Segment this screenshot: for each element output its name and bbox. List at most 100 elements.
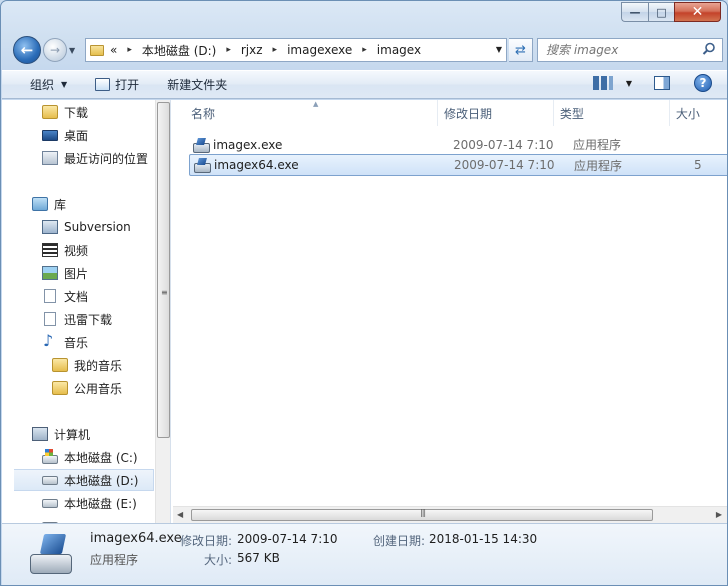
sidebar-item-label: 下载 bbox=[64, 105, 89, 120]
sidebar-item-label: 本地磁盘 (D:) bbox=[64, 473, 139, 488]
recent-places-icon bbox=[42, 151, 58, 165]
file-type: 应用程序 bbox=[573, 138, 622, 152]
breadcrumb-item-rjxz[interactable]: rjxz bbox=[241, 43, 263, 57]
sidebar-item-label: Subversion bbox=[64, 220, 131, 234]
file-date: 2009-07-14 7:10 bbox=[453, 137, 554, 152]
organize-menu[interactable]: 组织 ▼ bbox=[22, 74, 75, 96]
scrollbar-thumb[interactable]: ≡ bbox=[157, 102, 170, 438]
folder-icon bbox=[42, 105, 58, 119]
explorer-window: — □ ✕ ← → ▼ « ▸ 本地磁盘 (D:) ▸ rjxz ▸ image… bbox=[0, 0, 728, 586]
new-folder-button[interactable]: 新建文件夹 bbox=[159, 74, 235, 96]
search-box[interactable] bbox=[537, 38, 723, 62]
music-icon bbox=[42, 331, 58, 350]
maximize-button[interactable]: □ bbox=[648, 2, 674, 22]
column-label: 大小 bbox=[675, 106, 700, 121]
chevron-right-icon[interactable]: ▸ bbox=[127, 45, 132, 55]
library-icon bbox=[32, 197, 48, 211]
back-button[interactable]: ← bbox=[13, 36, 41, 64]
sidebar-item-drive-e[interactable]: 本地磁盘 (E:) bbox=[42, 492, 137, 514]
sidebar-item-xunlei-downloads[interactable]: 迅雷下载 bbox=[42, 308, 112, 330]
details-size-value: 567 KB bbox=[237, 551, 280, 565]
sidebar-item-documents[interactable]: 文档 bbox=[42, 285, 88, 307]
breadcrumb-overflow-chevron[interactable]: « bbox=[110, 43, 117, 57]
column-label: 修改日期 bbox=[443, 106, 492, 121]
sidebar-item-label: 库 bbox=[54, 197, 67, 212]
sidebar-item-pictures[interactable]: 图片 bbox=[42, 262, 88, 284]
sidebar-item-subversion[interactable]: Subversion bbox=[42, 216, 131, 238]
sidebar-item-computer[interactable]: 计算机 bbox=[32, 423, 90, 445]
sidebar-item-label: 迅雷下载 bbox=[64, 312, 113, 327]
drive-icon bbox=[42, 498, 58, 508]
sidebar-item-music[interactable]: 音乐 bbox=[42, 331, 88, 353]
file-name-cell: imagex.exe bbox=[189, 137, 447, 153]
sidebar-item-label: 桌面 bbox=[64, 128, 89, 143]
open-button[interactable]: 打开 bbox=[87, 74, 147, 96]
sidebar-item-drive-c[interactable]: 本地磁盘 (C:) bbox=[42, 446, 138, 468]
chevron-right-icon[interactable]: ▸ bbox=[273, 45, 278, 55]
address-dropdown-icon[interactable]: ▼ bbox=[496, 45, 502, 54]
refresh-button[interactable]: ⇄ bbox=[509, 38, 533, 62]
file-name: imagex64.exe bbox=[214, 158, 299, 172]
search-input[interactable] bbox=[546, 43, 696, 57]
details-modified-value: 2009-07-14 7:10 bbox=[237, 532, 338, 546]
folder-icon bbox=[90, 44, 104, 56]
column-headers: ▲ 名称 修改日期 类型 大小 bbox=[173, 100, 727, 126]
change-view-icon[interactable] bbox=[592, 76, 613, 90]
minimize-button[interactable]: — bbox=[621, 2, 648, 22]
details-size-label: 大小: bbox=[204, 553, 233, 567]
file-name-cell: imagex64.exe bbox=[190, 158, 448, 173]
column-header-type[interactable]: 类型 bbox=[554, 100, 670, 126]
documents-icon bbox=[44, 289, 56, 303]
chevron-right-icon[interactable]: ▸ bbox=[362, 45, 367, 55]
list-item[interactable]: imagex64.exe 2009-07-14 7:10 应用程序 5 bbox=[189, 154, 727, 176]
sidebar-item-partial[interactable] bbox=[42, 515, 64, 523]
recent-pages-dropdown-icon[interactable]: ▼ bbox=[69, 46, 75, 55]
toolbar-right: ▼ ? bbox=[592, 74, 727, 92]
address-bar[interactable]: « ▸ 本地磁盘 (D:) ▸ rjxz ▸ imagexexe ▸ image… bbox=[85, 38, 507, 62]
sidebar-item-videos[interactable]: 视频 bbox=[42, 239, 88, 261]
sidebar-item-downloads[interactable]: 下载 bbox=[42, 101, 88, 123]
view-dropdown-icon[interactable]: ▼ bbox=[626, 79, 632, 88]
sidebar-item-my-music[interactable]: 我的音乐 bbox=[52, 354, 122, 376]
scroll-right-icon[interactable]: ▶ bbox=[716, 510, 722, 519]
sidebar-item-recent-places[interactable]: 最近访问的位置 bbox=[42, 147, 148, 169]
details-created-value: 2018-01-15 14:30 bbox=[429, 532, 538, 546]
sidebar-item-libraries[interactable]: 库 bbox=[32, 193, 66, 215]
navigation-scrollbar[interactable]: ≡ bbox=[155, 100, 170, 523]
sidebar-item-drive-d[interactable]: 本地磁盘 (D:) bbox=[14, 469, 154, 491]
system-drive-icon bbox=[42, 448, 58, 464]
file-type: 应用程序 bbox=[574, 158, 623, 173]
file-list: ▲ 名称 修改日期 类型 大小 imagex.exe 2009-07-14 7:… bbox=[173, 100, 727, 523]
search-icon[interactable] bbox=[702, 42, 716, 56]
chevron-right-icon[interactable]: ▸ bbox=[226, 45, 231, 55]
list-item[interactable]: imagex.exe 2009-07-14 7:10 应用程序 bbox=[189, 134, 727, 155]
forward-button[interactable]: → bbox=[43, 38, 67, 62]
sidebar-item-label: 最近访问的位置 bbox=[64, 151, 149, 166]
chevron-down-icon: ▼ bbox=[61, 80, 68, 89]
close-button[interactable]: ✕ bbox=[674, 2, 721, 22]
open-label: 打开 bbox=[115, 78, 140, 92]
column-label: 类型 bbox=[559, 106, 584, 121]
horizontal-scrollbar[interactable]: ◀ ||| ▶ bbox=[173, 506, 727, 523]
file-name: imagex.exe bbox=[213, 137, 283, 152]
breadcrumb-item-imagexexe[interactable]: imagexexe bbox=[287, 43, 352, 57]
details-file-name: imagex64.exe bbox=[90, 531, 182, 546]
breadcrumb-item-drive[interactable]: 本地磁盘 (D:) bbox=[142, 42, 216, 59]
sidebar-item-label: 我的音乐 bbox=[74, 358, 123, 373]
scroll-left-icon[interactable]: ◀ bbox=[177, 510, 183, 519]
preview-pane-icon[interactable] bbox=[654, 76, 670, 90]
subversion-icon bbox=[42, 220, 58, 234]
sidebar-item-label: 视频 bbox=[64, 243, 89, 258]
column-header-date[interactable]: 修改日期 bbox=[438, 100, 554, 126]
pictures-icon bbox=[42, 266, 58, 280]
scrollbar-thumb[interactable]: ||| bbox=[191, 508, 653, 521]
sidebar-item-desktop[interactable]: 桌面 bbox=[42, 124, 88, 146]
documents-icon bbox=[44, 312, 56, 326]
column-header-name[interactable]: ▲ 名称 bbox=[173, 100, 438, 126]
help-icon[interactable]: ? bbox=[694, 74, 712, 92]
breadcrumb-item-imagex[interactable]: imagex bbox=[377, 43, 421, 57]
sidebar-item-public-music[interactable]: 公用音乐 bbox=[52, 377, 122, 399]
video-icon bbox=[42, 243, 58, 257]
refresh-icon: ⇄ bbox=[515, 42, 526, 58]
column-header-size[interactable]: 大小 bbox=[670, 100, 727, 126]
